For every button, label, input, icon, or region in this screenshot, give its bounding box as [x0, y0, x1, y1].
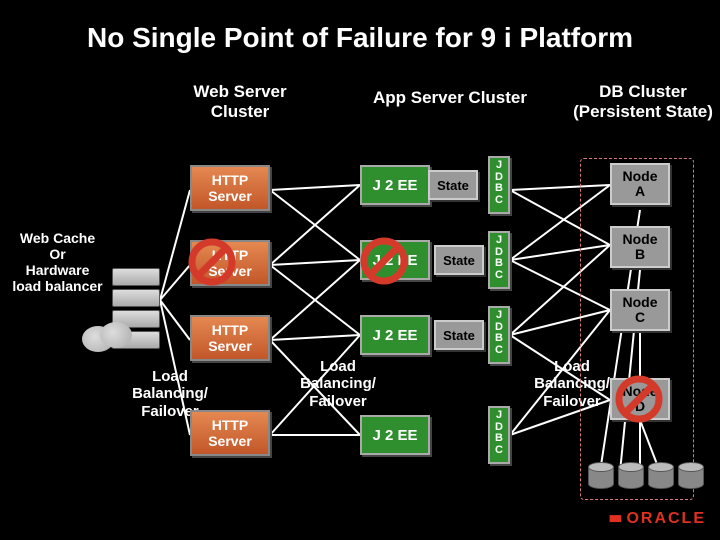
- state-box-2: State: [434, 245, 484, 275]
- disk-icon: [648, 462, 674, 490]
- http-server-4: HTTPServer: [190, 410, 270, 456]
- node-c: NodeC: [610, 289, 670, 331]
- disk-icon: [618, 462, 644, 490]
- node-d: NodeD: [610, 378, 670, 420]
- state-box-3: State: [434, 320, 484, 350]
- slide: No Single Point of Failure for 9 i Platf…: [0, 0, 720, 540]
- jdbc-box-2: JDBC: [488, 231, 510, 289]
- disk-icon: [588, 462, 614, 490]
- oracle-logo: ■ ORACLE: [596, 508, 706, 530]
- cloud-icon: [78, 320, 136, 354]
- jdbc-box-3: JDBC: [488, 306, 510, 364]
- node-a: NodeA: [610, 163, 670, 205]
- oracle-wordmark: ORACLE: [626, 510, 706, 528]
- http-server-2: HTTPServer: [190, 240, 270, 286]
- lb-label-mid: LoadBalancing/Failover: [288, 358, 388, 410]
- jdbc-box-1: JDBC: [488, 156, 510, 214]
- node-b: NodeB: [610, 226, 670, 268]
- slide-title: No Single Point of Failure for 9 i Platf…: [0, 22, 720, 54]
- col-header-app: App Server Cluster: [350, 88, 550, 108]
- http-server-3: HTTPServer: [190, 315, 270, 361]
- j2ee-box-3: J 2 EE: [360, 315, 430, 355]
- j2ee-box-4: J 2 EE: [360, 415, 430, 455]
- disk-icon: [678, 462, 704, 490]
- j2ee-box-1: J 2 EE: [360, 165, 430, 205]
- http-server-1: HTTPServer: [190, 165, 270, 211]
- state-box-1: State: [428, 170, 478, 200]
- col-header-web: Web ServerCluster: [170, 82, 310, 121]
- j2ee-box-2: J 2 EE: [360, 240, 430, 280]
- col-header-db: DB Cluster(Persistent State): [568, 82, 718, 121]
- jdbc-box-4: JDBC: [488, 406, 510, 464]
- side-label-webcache: Web CacheOrHardwareload balancer: [10, 230, 105, 294]
- oracle-mark-icon: ■: [608, 514, 623, 525]
